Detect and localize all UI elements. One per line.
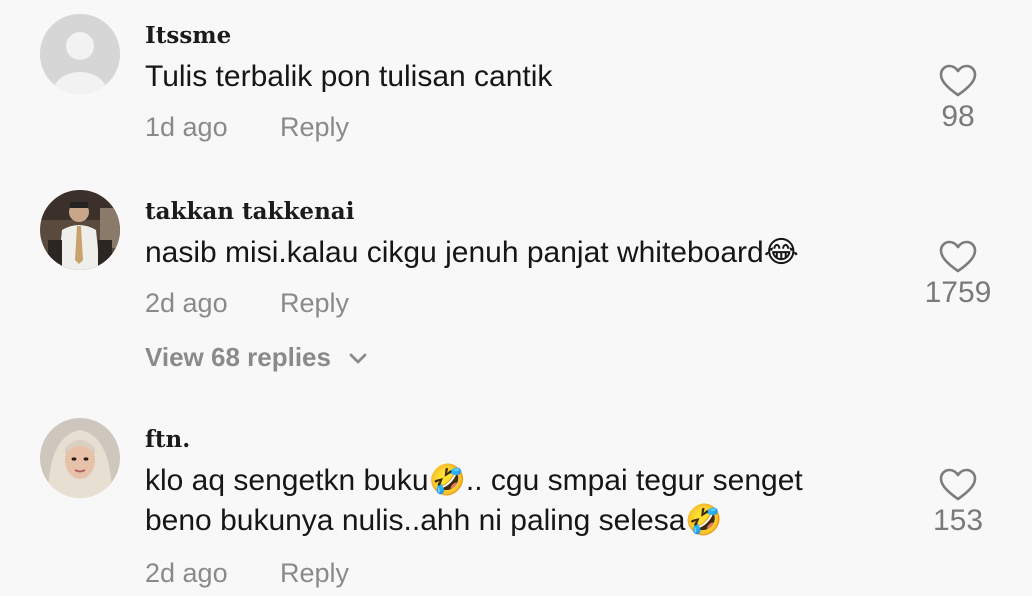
comment-meta: 2d ago Reply bbox=[145, 558, 349, 589]
avatar[interactable] bbox=[40, 14, 120, 94]
comment-meta: 1d ago Reply bbox=[145, 112, 349, 143]
like-button[interactable]: 153 bbox=[918, 468, 998, 538]
like-button[interactable]: 1759 bbox=[918, 240, 998, 310]
reply-button[interactable]: Reply bbox=[280, 558, 349, 589]
heart-outline-icon bbox=[939, 240, 977, 273]
heart-outline-icon bbox=[939, 64, 977, 97]
comment-text: Tulis terbalik pon tulisan cantik bbox=[145, 57, 905, 97]
comment-text-line: klo aq sengetkn buku🤣.. cgu smpai tegur … bbox=[145, 464, 803, 497]
comment-username[interactable]: ftn. bbox=[145, 426, 190, 453]
profile-photo bbox=[40, 190, 120, 270]
comment-timestamp: 1d ago bbox=[145, 112, 228, 142]
view-replies-label: View 68 replies bbox=[145, 342, 331, 372]
comment-text: klo aq sengetkn buku🤣.. cgu smpai tegur … bbox=[145, 461, 905, 541]
heart-outline-icon bbox=[939, 468, 977, 501]
like-count: 98 bbox=[941, 100, 975, 133]
comment-text-line: nasib misi.kalau cikgu jenuh panjat whit… bbox=[145, 236, 799, 269]
avatar[interactable] bbox=[40, 190, 120, 270]
comment-text-line: Tulis terbalik pon tulisan cantik bbox=[145, 60, 553, 93]
chevron-down-icon bbox=[349, 353, 367, 364]
comment-text-line: beno bukunya nulis..ahh ni paling selesa… bbox=[145, 504, 723, 537]
comment-username[interactable]: takkan takkenai bbox=[145, 198, 354, 225]
profile-photo bbox=[40, 418, 120, 498]
comment-username[interactable]: Itssme bbox=[145, 22, 231, 49]
comment-text: nasib misi.kalau cikgu jenuh panjat whit… bbox=[145, 233, 905, 273]
user-silhouette-icon bbox=[40, 14, 120, 94]
avatar[interactable] bbox=[40, 418, 120, 498]
like-count: 153 bbox=[932, 504, 984, 537]
comment-meta: 2d ago Reply bbox=[145, 288, 349, 319]
view-replies-button[interactable]: View 68 replies bbox=[145, 342, 368, 373]
comment-timestamp: 2d ago bbox=[145, 558, 228, 588]
like-count: 1759 bbox=[924, 276, 992, 309]
like-button[interactable]: 98 bbox=[918, 64, 998, 134]
comment-timestamp: 2d ago bbox=[145, 288, 228, 318]
reply-button[interactable]: Reply bbox=[280, 288, 349, 319]
reply-button[interactable]: Reply bbox=[280, 112, 349, 143]
